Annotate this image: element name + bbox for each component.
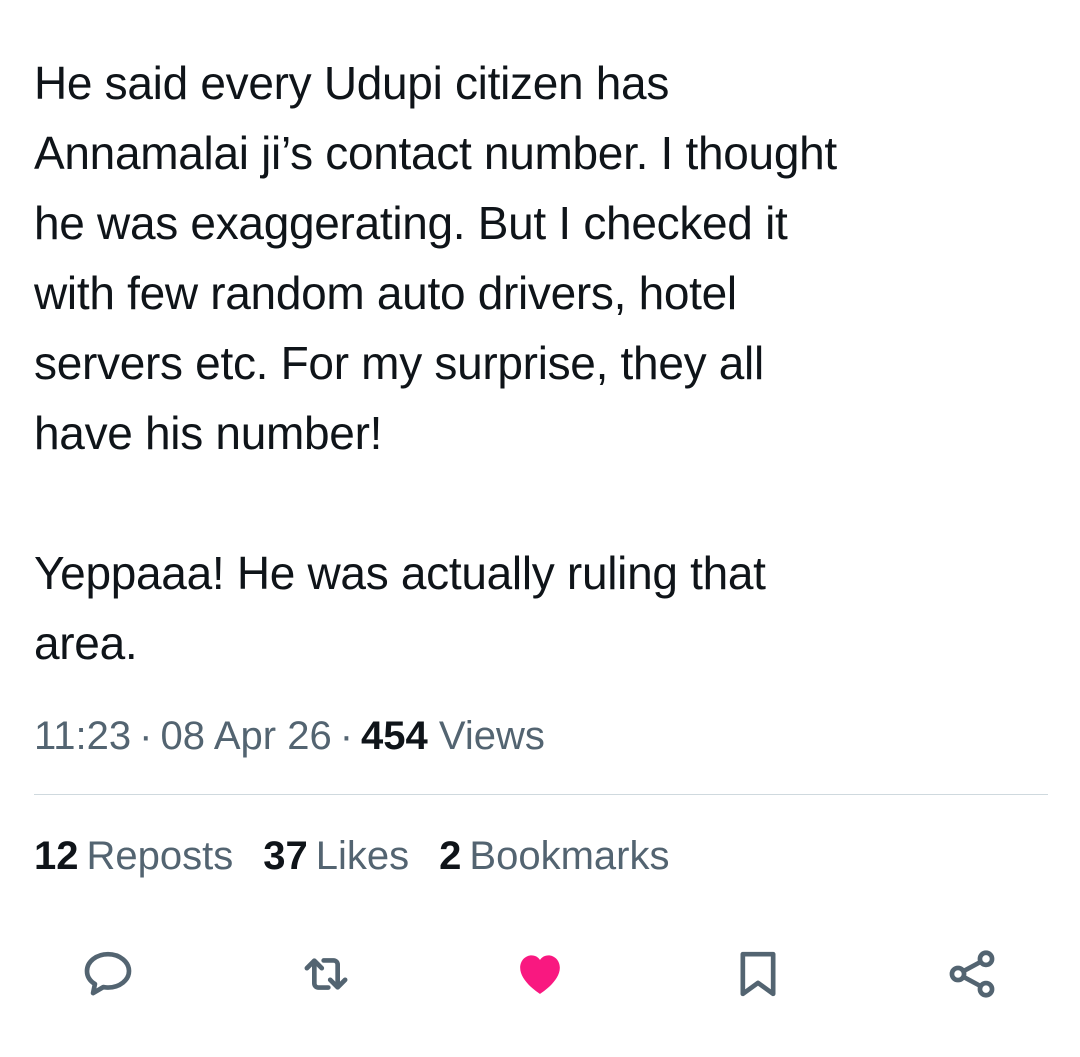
likes-label: Likes (315, 834, 410, 878)
views-count: 454 (361, 714, 428, 758)
tweet-time[interactable]: 11:23 (34, 714, 131, 758)
bookmark-button[interactable] (726, 942, 790, 1006)
action-bar (34, 942, 1048, 1006)
bookmark-icon (740, 951, 776, 997)
likes-stat[interactable]: 37 Likes (263, 828, 409, 884)
reply-icon (84, 951, 132, 996)
likes-count: 37 (263, 834, 308, 878)
tweet-metadata: 11:23 · 08 Apr 26 · 454 Views (34, 708, 545, 764)
reply-button[interactable] (76, 942, 140, 1006)
bookmarks-count: 2 (439, 834, 462, 878)
bookmarks-label: Bookmarks (469, 834, 670, 878)
repost-button[interactable] (294, 942, 358, 1006)
meta-separator: · (139, 714, 153, 758)
engagement-stats: 12 Reposts 37 Likes 2 Bookmarks (34, 828, 699, 884)
meta-separator: · (339, 714, 354, 758)
tweet-text: He said every Udupi citizen has Annamala… (34, 57, 837, 669)
views-label: Views (438, 714, 545, 758)
like-button[interactable] (508, 942, 572, 1006)
reposts-count: 12 (34, 834, 79, 878)
repost-icon (304, 958, 348, 990)
divider (34, 794, 1048, 795)
share-button[interactable] (940, 942, 1004, 1006)
reposts-stat[interactable]: 12 Reposts (34, 828, 233, 884)
heart-icon (520, 955, 560, 994)
bookmarks-stat[interactable]: 2 Bookmarks (439, 828, 669, 884)
tweet-date[interactable]: 08 Apr 26 (160, 714, 331, 758)
tweet-detail: He said every Udupi citizen has Annamala… (34, 0, 1048, 1057)
share-icon (949, 950, 995, 998)
reposts-label: Reposts (86, 834, 234, 878)
